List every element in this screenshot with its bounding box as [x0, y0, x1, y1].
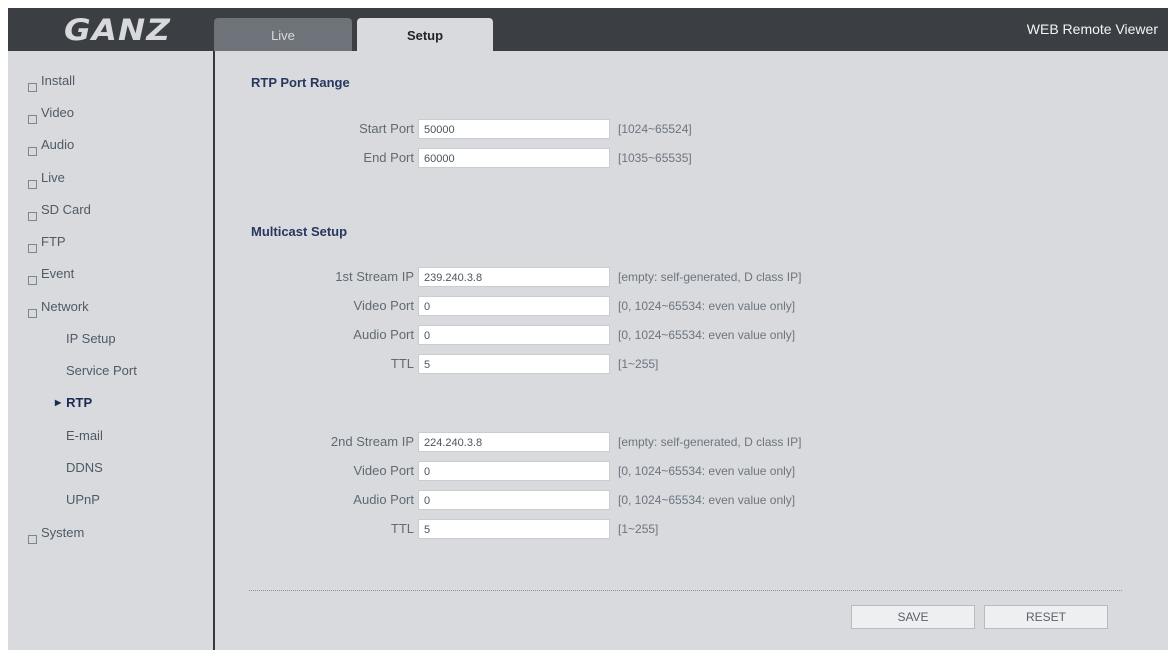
stream2-ip-hint: [empty: self-generated, D class IP]: [618, 435, 802, 449]
stream1-ip-hint: [empty: self-generated, D class IP]: [618, 270, 802, 284]
end-port-input[interactable]: [418, 148, 610, 168]
sidebar-item-label: Audio: [41, 137, 75, 152]
ganz-logo: GANZ: [64, 13, 172, 47]
section-title-rtp: RTP Port Range: [251, 75, 350, 90]
app-window: GANZ Live Setup WEB Remote Viewer + Insta…: [8, 8, 1168, 650]
tab-live[interactable]: Live: [214, 18, 352, 51]
sidebar-divider: [213, 51, 215, 650]
sidebar-item-email[interactable]: E-mail: [66, 428, 103, 443]
expand-icon: +: [28, 180, 37, 189]
expand-icon: +: [28, 535, 37, 544]
collapse-icon: -: [28, 309, 37, 318]
dotted-divider: [249, 590, 1122, 591]
sidebar-item-ip-setup[interactable]: IP Setup: [66, 331, 116, 346]
stream2-audio-port-label: Audio Port: [353, 492, 414, 507]
stream2-video-port-input[interactable]: [418, 461, 610, 481]
stream1-audio-port-input[interactable]: [418, 325, 610, 345]
expand-icon: +: [28, 83, 37, 92]
expand-icon: +: [28, 244, 37, 253]
sidebar-item-label: RTP: [66, 395, 93, 410]
stream1-video-port-label: Video Port: [353, 298, 414, 313]
sidebar-item-network[interactable]: -Network: [28, 299, 89, 319]
stream2-audio-port-hint: [0, 1024~65534: even value only]: [618, 493, 796, 507]
stream1-video-port-hint: [0, 1024~65534: even value only]: [618, 299, 796, 313]
stream2-ttl-input[interactable]: [418, 519, 610, 539]
sidebar-item-label: Network: [41, 299, 89, 314]
section-title-multicast: Multicast Setup: [251, 224, 348, 239]
sidebar-item-ftp[interactable]: + FTP: [28, 234, 66, 254]
tab-setup[interactable]: Setup: [357, 18, 493, 51]
sidebar-item-label: FTP: [41, 234, 66, 249]
start-port-hint: [1024~65524]: [618, 122, 692, 136]
sidebar-item-live[interactable]: + Live: [28, 170, 65, 190]
expand-icon: +: [28, 147, 37, 156]
top-bar: GANZ Live Setup WEB Remote Viewer: [8, 8, 1168, 51]
stream2-ip-label: 2nd Stream IP: [330, 434, 414, 449]
sidebar-item-event[interactable]: + Event: [28, 266, 74, 286]
stream1-video-port-input[interactable]: [418, 296, 610, 316]
stream1-ttl-label: TTL: [390, 356, 414, 371]
stream1-ttl-input[interactable]: [418, 354, 610, 374]
end-port-hint: [1035~65535]: [618, 151, 692, 165]
sidebar-item-upnp[interactable]: UPnP: [66, 492, 100, 507]
expand-icon: +: [28, 115, 37, 124]
sidebar: + Install + Video + Audio + Live + SD Card + F…: [8, 51, 213, 650]
sidebar-item-service-port[interactable]: Service Port: [66, 363, 137, 378]
sidebar-item-install[interactable]: + Install: [28, 73, 75, 93]
save-button[interactable]: SAVE: [851, 605, 975, 629]
start-port-input[interactable]: [418, 119, 610, 139]
stream2-audio-port-input[interactable]: [418, 490, 610, 510]
sidebar-item-rtp[interactable]: ▶ RTP: [55, 395, 92, 410]
sidebar-item-audio[interactable]: + Audio: [28, 137, 74, 157]
stream1-ip-label: 1st Stream IP: [335, 269, 414, 284]
stream2-ip-input[interactable]: [418, 432, 610, 452]
stream1-audio-port-label: Audio Port: [353, 327, 414, 342]
stream1-ip-input[interactable]: [418, 267, 610, 287]
sidebar-item-label: SD Card: [41, 202, 91, 217]
reset-button[interactable]: RESET: [984, 605, 1108, 629]
sidebar-item-label: Video: [41, 105, 75, 120]
end-port-label: End Port: [363, 150, 414, 165]
sidebar-item-label: Live: [41, 170, 65, 185]
stream1-ttl-hint: [1~255]: [618, 357, 659, 371]
sidebar-item-label: Event: [41, 266, 75, 281]
stream2-ttl-label: TTL: [390, 521, 414, 536]
expand-icon: +: [28, 212, 37, 221]
sidebar-item-system[interactable]: + System: [28, 525, 84, 545]
start-port-label: Start Port: [359, 121, 414, 136]
sidebar-item-sd-card[interactable]: + SD Card: [28, 202, 91, 222]
app-title: WEB Remote Viewer: [1026, 21, 1158, 37]
expand-icon: +: [28, 276, 37, 285]
stream2-ttl-hint: [1~255]: [618, 522, 659, 536]
stream2-video-port-hint: [0, 1024~65534: even value only]: [618, 464, 796, 478]
sidebar-item-video[interactable]: + Video: [28, 105, 74, 125]
sidebar-item-ddns[interactable]: DDNS: [66, 460, 103, 475]
sidebar-item-label: Install: [41, 73, 75, 88]
stream2-video-port-label: Video Port: [353, 463, 414, 478]
stream1-audio-port-hint: [0, 1024~65534: even value only]: [618, 328, 796, 342]
sidebar-item-label: System: [41, 525, 85, 540]
arrow-right-icon: ▶: [55, 398, 62, 407]
